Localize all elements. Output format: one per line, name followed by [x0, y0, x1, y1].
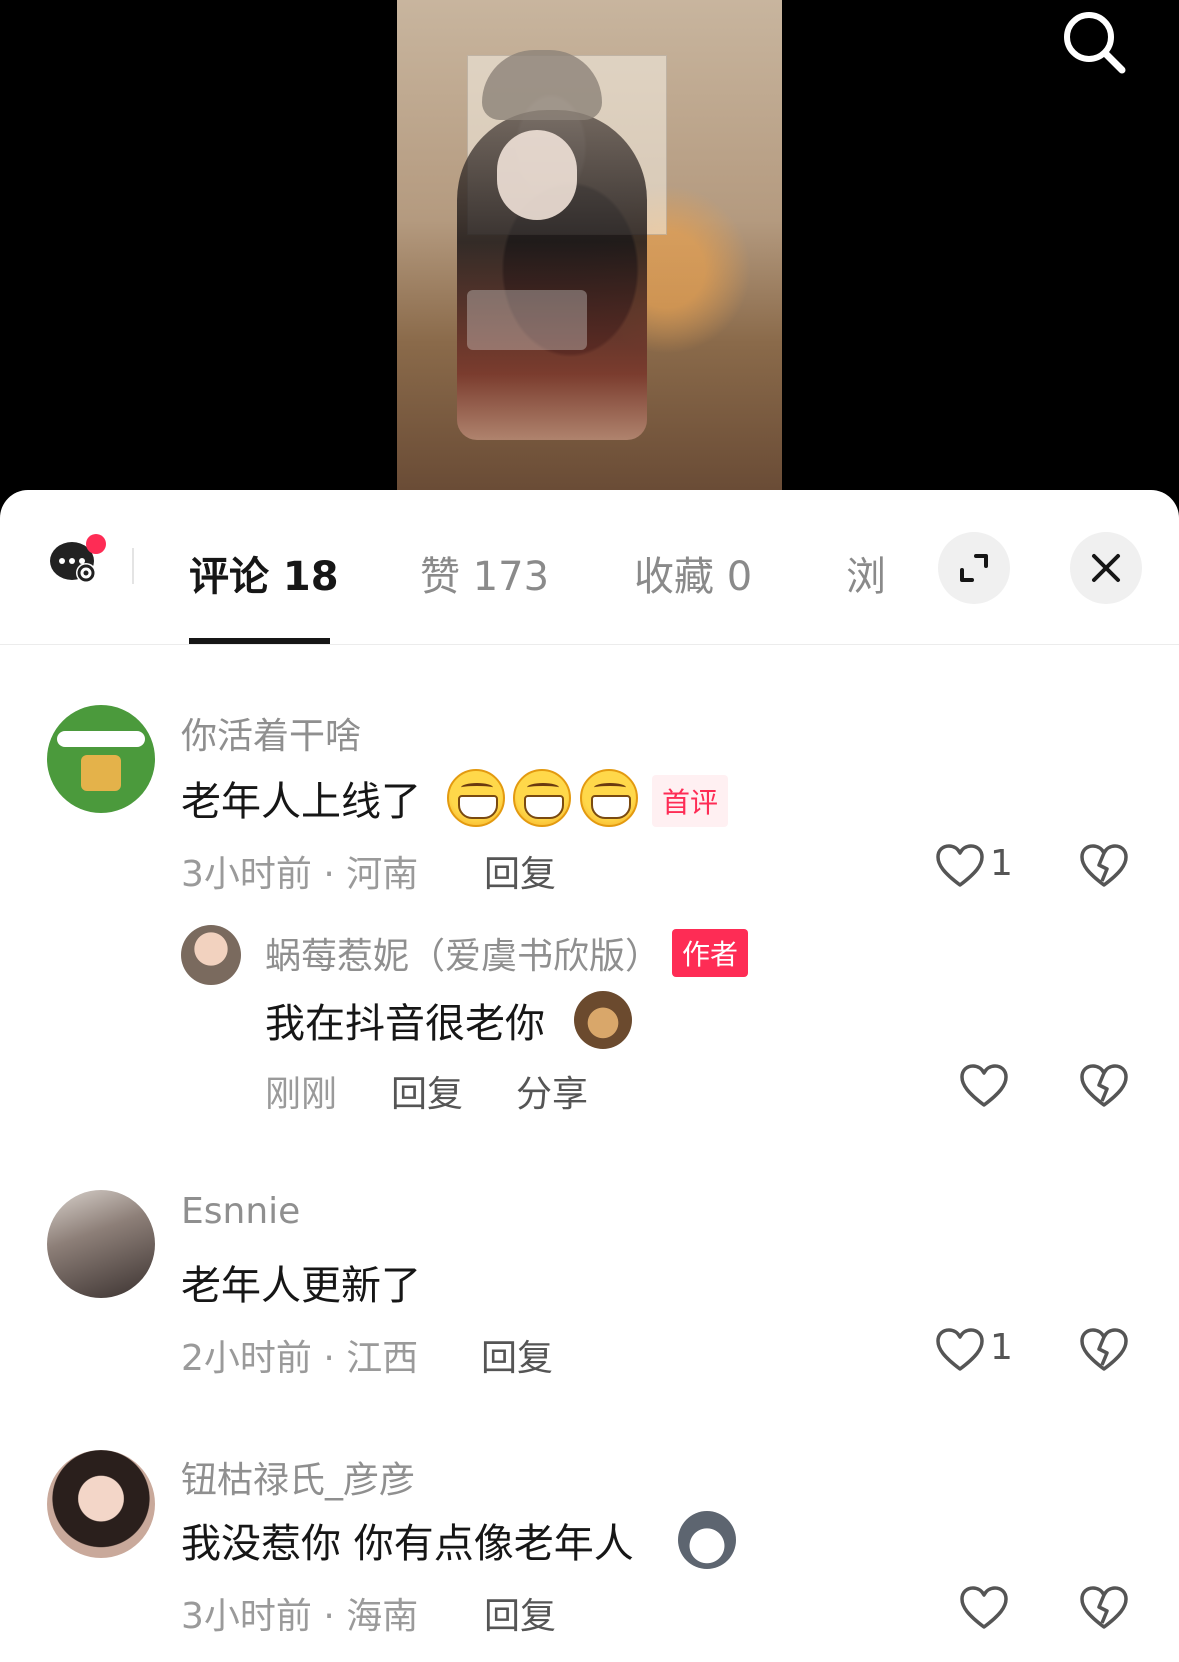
tab-views[interactable]: 浏 [846, 544, 886, 602]
tab-active-indicator [189, 638, 330, 644]
comment-author[interactable]: Esnnie [181, 1191, 300, 1232]
reply-time: 刚刚 [265, 1074, 338, 1115]
reply-button[interactable]: 回复 [391, 1065, 463, 1117]
author-badge: 作者 [672, 929, 749, 977]
avatar[interactable] [47, 705, 155, 813]
like-heart-icon[interactable] [934, 841, 986, 893]
comment-meta: 3小时前 · 海南 [181, 1596, 419, 1637]
comment-text: 我没惹你 你有点像老年人 [181, 1521, 634, 1567]
grin-emoji [447, 769, 505, 827]
like-heart-icon[interactable] [958, 1061, 1010, 1113]
comment-meta: 3小时前 · 河南 [181, 854, 419, 895]
video-subject-face [497, 130, 577, 220]
expand-button[interactable] [938, 532, 1010, 604]
husky-emoji [678, 1511, 736, 1569]
comment-text: 老年人上线了 [181, 779, 421, 825]
share-button[interactable]: 分享 [516, 1065, 588, 1117]
avatar-banner [57, 731, 145, 747]
search-icon[interactable] [1058, 6, 1130, 78]
dislike-broken-heart-icon[interactable] [1078, 841, 1130, 893]
reply-author[interactable]: 蜗莓惹妮（爱虞书欣版） [265, 927, 661, 979]
tabs-divider [132, 548, 134, 584]
comment-tabs-bar: 评论 18 赞 173 收藏 0 浏 [0, 490, 1179, 645]
avatar[interactable] [181, 925, 241, 985]
dislike-broken-heart-icon[interactable] [1078, 1061, 1130, 1113]
grin-emoji [580, 769, 638, 827]
comment-text: 老年人更新了 [181, 1263, 421, 1309]
reply-button[interactable]: 回复 [484, 1587, 556, 1639]
reply-button[interactable]: 回复 [481, 1329, 553, 1381]
close-button[interactable] [1070, 532, 1142, 604]
dislike-broken-heart-icon[interactable] [1078, 1583, 1130, 1635]
expand-icon [960, 554, 988, 582]
close-icon [1092, 554, 1120, 582]
avatar-figure [81, 755, 121, 791]
like-count: 1 [990, 1327, 1013, 1368]
dislike-broken-heart-icon[interactable] [1078, 1325, 1130, 1377]
notification-dot [86, 534, 106, 554]
reply-button[interactable]: 回复 [484, 845, 556, 897]
avatar[interactable] [47, 1450, 155, 1558]
reply-text: 我在抖音很老你 [265, 1001, 545, 1047]
like-heart-icon[interactable] [958, 1583, 1010, 1635]
avatar[interactable] [47, 1190, 155, 1298]
tab-comments[interactable]: 评论 18 [189, 544, 339, 602]
comment-author[interactable]: 钮枯禄氏_彦彦 [181, 1451, 415, 1503]
tab-favorites[interactable]: 收藏 0 [634, 544, 752, 602]
tab-likes[interactable]: 赞 173 [420, 544, 549, 602]
dog-emoji [574, 991, 632, 1049]
comment-sheet: 评论 18 赞 173 收藏 0 浏 你活着干啥 老年人上线了 首评 3小时前 … [0, 490, 1179, 1662]
video-area[interactable] [0, 0, 1179, 520]
first-comment-badge: 首评 [652, 775, 729, 827]
shirt-print [467, 290, 587, 350]
comment-author[interactable]: 你活着干啥 [181, 707, 361, 759]
grin-emoji [513, 769, 571, 827]
like-count: 1 [990, 843, 1013, 884]
comment-meta: 2小时前 · 江西 [181, 1338, 419, 1379]
like-heart-icon[interactable] [934, 1325, 986, 1377]
video-frame[interactable] [397, 0, 782, 490]
